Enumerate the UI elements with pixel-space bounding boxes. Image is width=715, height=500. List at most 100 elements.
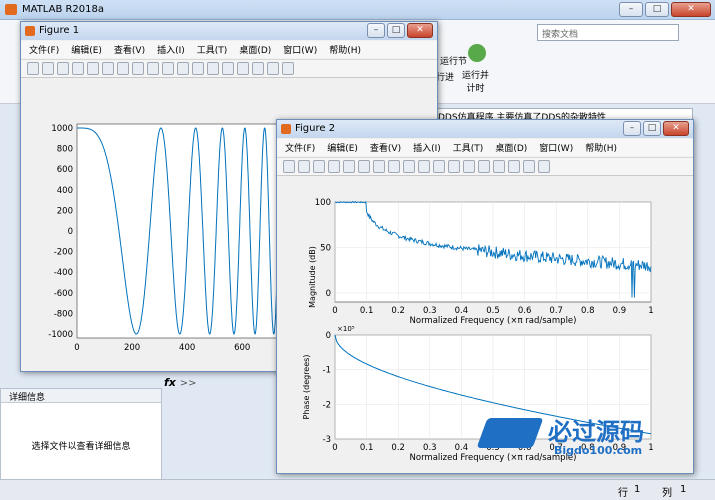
toolbar-tool-icon[interactable] bbox=[358, 160, 370, 173]
run-and-time-label[interactable]: 运行并 计时 bbox=[462, 68, 489, 94]
toolbar-tool-icon[interactable] bbox=[448, 160, 460, 173]
y-tick-label: 1000 bbox=[51, 124, 73, 134]
toolbar-tool-icon[interactable] bbox=[27, 62, 39, 75]
toolbar-tool-icon[interactable] bbox=[252, 62, 264, 75]
menu-item-3[interactable]: 插入(I) bbox=[157, 43, 185, 56]
toolbar-tool-icon[interactable] bbox=[418, 160, 430, 173]
toolbar-tool-icon[interactable] bbox=[433, 160, 445, 173]
fig1-max-button[interactable]: □ bbox=[387, 23, 405, 38]
menu-item-0[interactable]: 文件(F) bbox=[29, 43, 59, 56]
menu-item-3[interactable]: 插入(I) bbox=[413, 141, 441, 154]
toolbar-tool-icon[interactable] bbox=[207, 62, 219, 75]
toolbar-tool-icon[interactable] bbox=[313, 160, 325, 173]
toolbar-tool-icon[interactable] bbox=[42, 62, 54, 75]
menu-item-1[interactable]: 编辑(E) bbox=[71, 43, 102, 56]
x-tick-label: 200 bbox=[124, 343, 140, 353]
col-label: 列 bbox=[662, 488, 672, 499]
x-tick-label: 0 bbox=[332, 306, 337, 316]
logo-subtext: Bigdo100.com bbox=[554, 444, 643, 457]
y-tick-label: 600 bbox=[57, 165, 73, 175]
menu-item-2[interactable]: 查看(V) bbox=[370, 141, 401, 154]
matlab-logo-icon bbox=[5, 4, 17, 15]
x-tick-label: 0 bbox=[332, 443, 337, 453]
toolbar-tool-icon[interactable] bbox=[237, 62, 249, 75]
toolbar-tool-icon[interactable] bbox=[523, 160, 535, 173]
toolbar-tool-icon[interactable] bbox=[162, 62, 174, 75]
toolbar-tool-icon[interactable] bbox=[538, 160, 550, 173]
toolbar-tool-icon[interactable] bbox=[478, 160, 490, 173]
watermark-logo: 必过源码 Bigdo100.com bbox=[476, 410, 702, 470]
search-input[interactable]: 搜索文档 bbox=[537, 24, 679, 41]
app-title: MATLAB R2018a bbox=[22, 4, 105, 15]
y-tick-label: 0 bbox=[68, 227, 73, 237]
fig1-close-button[interactable]: ✕ bbox=[407, 23, 433, 38]
y-tick-label: -3 bbox=[323, 435, 331, 445]
menu-item-6[interactable]: 窗口(W) bbox=[283, 43, 317, 56]
x-tick-label: 0.2 bbox=[391, 443, 405, 453]
mag-ylabel: Magnitude (dB) bbox=[308, 246, 317, 308]
toolbar-tool-icon[interactable] bbox=[493, 160, 505, 173]
minimize-button[interactable]: – bbox=[619, 2, 643, 17]
menu-item-6[interactable]: 窗口(W) bbox=[539, 141, 573, 154]
toolbar-tool-icon[interactable] bbox=[147, 62, 159, 75]
main-titlebar: MATLAB R2018a – □ ✕ bbox=[0, 0, 715, 20]
x-tick-label: 0.1 bbox=[360, 306, 374, 316]
menu-item-1[interactable]: 编辑(E) bbox=[327, 141, 358, 154]
figure1-menubar: 文件(F) 编辑(E) 查看(V) 插入(I) 工具(T) 桌面(D) 窗口(W) 帮助(H) bbox=[21, 41, 437, 58]
toolbar-tool-icon[interactable] bbox=[267, 62, 279, 75]
y-tick-label: -2 bbox=[323, 400, 331, 410]
y-tick-label: -200 bbox=[54, 248, 73, 258]
toolbar-tool-icon[interactable] bbox=[87, 62, 99, 75]
toolbar-tool-icon[interactable] bbox=[192, 62, 204, 75]
toolbar-tool-icon[interactable] bbox=[57, 62, 69, 75]
menu-item-5[interactable]: 桌面(D) bbox=[495, 141, 527, 154]
advance-label[interactable]: 行进 bbox=[436, 70, 454, 83]
toolbar-tool-icon[interactable] bbox=[282, 62, 294, 75]
figure1-title: Figure 1 bbox=[39, 25, 80, 36]
x-tick-label: 0.5 bbox=[486, 306, 500, 316]
run-and-time-icon[interactable] bbox=[468, 44, 486, 62]
toolbar-tool-icon[interactable] bbox=[222, 62, 234, 75]
toolbar-tool-icon[interactable] bbox=[373, 160, 385, 173]
toolbar-tool-icon[interactable] bbox=[508, 160, 520, 173]
toolbar-tool-icon[interactable] bbox=[388, 160, 400, 173]
fig2-close-button[interactable]: ✕ bbox=[663, 121, 689, 136]
toolbar-tool-icon[interactable] bbox=[298, 160, 310, 173]
fig2-max-button[interactable]: □ bbox=[643, 121, 661, 136]
menu-item-7[interactable]: 帮助(H) bbox=[585, 141, 617, 154]
x-tick-label: 400 bbox=[179, 343, 195, 353]
toolbar-tool-icon[interactable] bbox=[132, 62, 144, 75]
y-tick-label: -1000 bbox=[48, 330, 73, 340]
command-prompt[interactable]: fx >> bbox=[164, 376, 274, 390]
details-header: 详细信息 bbox=[1, 389, 161, 403]
x-tick-label: 0.3 bbox=[423, 306, 437, 316]
menu-item-2[interactable]: 查看(V) bbox=[114, 43, 145, 56]
menu-item-4[interactable]: 工具(T) bbox=[197, 43, 228, 56]
toolbar-tool-icon[interactable] bbox=[177, 62, 189, 75]
fig2-min-button[interactable]: – bbox=[623, 121, 641, 136]
menu-item-0[interactable]: 文件(F) bbox=[285, 141, 315, 154]
graduation-cap-icon bbox=[476, 418, 544, 448]
y-tick-label: -800 bbox=[54, 309, 73, 319]
close-button[interactable]: ✕ bbox=[671, 2, 711, 17]
x-tick-label: 1 bbox=[648, 306, 653, 316]
toolbar-tool-icon[interactable] bbox=[117, 62, 129, 75]
menu-item-5[interactable]: 桌面(D) bbox=[239, 43, 271, 56]
toolbar-tool-icon[interactable] bbox=[403, 160, 415, 173]
menu-item-4[interactable]: 工具(T) bbox=[453, 141, 484, 154]
toolbar-tool-icon[interactable] bbox=[343, 160, 355, 173]
y-tick-label: 0 bbox=[326, 331, 331, 341]
figure-icon bbox=[25, 26, 35, 36]
toolbar-tool-icon[interactable] bbox=[328, 160, 340, 173]
maximize-button[interactable]: □ bbox=[645, 2, 669, 17]
toolbar-tool-icon[interactable] bbox=[463, 160, 475, 173]
toolbar-tool-icon[interactable] bbox=[72, 62, 84, 75]
fig1-min-button[interactable]: – bbox=[367, 23, 385, 38]
run-section-label[interactable]: 运行节 bbox=[440, 54, 467, 67]
menu-item-7[interactable]: 帮助(H) bbox=[329, 43, 361, 56]
mag-xlabel: Normalized Frequency (×π rad/sample) bbox=[410, 316, 577, 326]
col-value: 1 bbox=[680, 484, 687, 495]
toolbar-tool-icon[interactable] bbox=[283, 160, 295, 173]
figure-icon bbox=[281, 124, 291, 134]
toolbar-tool-icon[interactable] bbox=[102, 62, 114, 75]
